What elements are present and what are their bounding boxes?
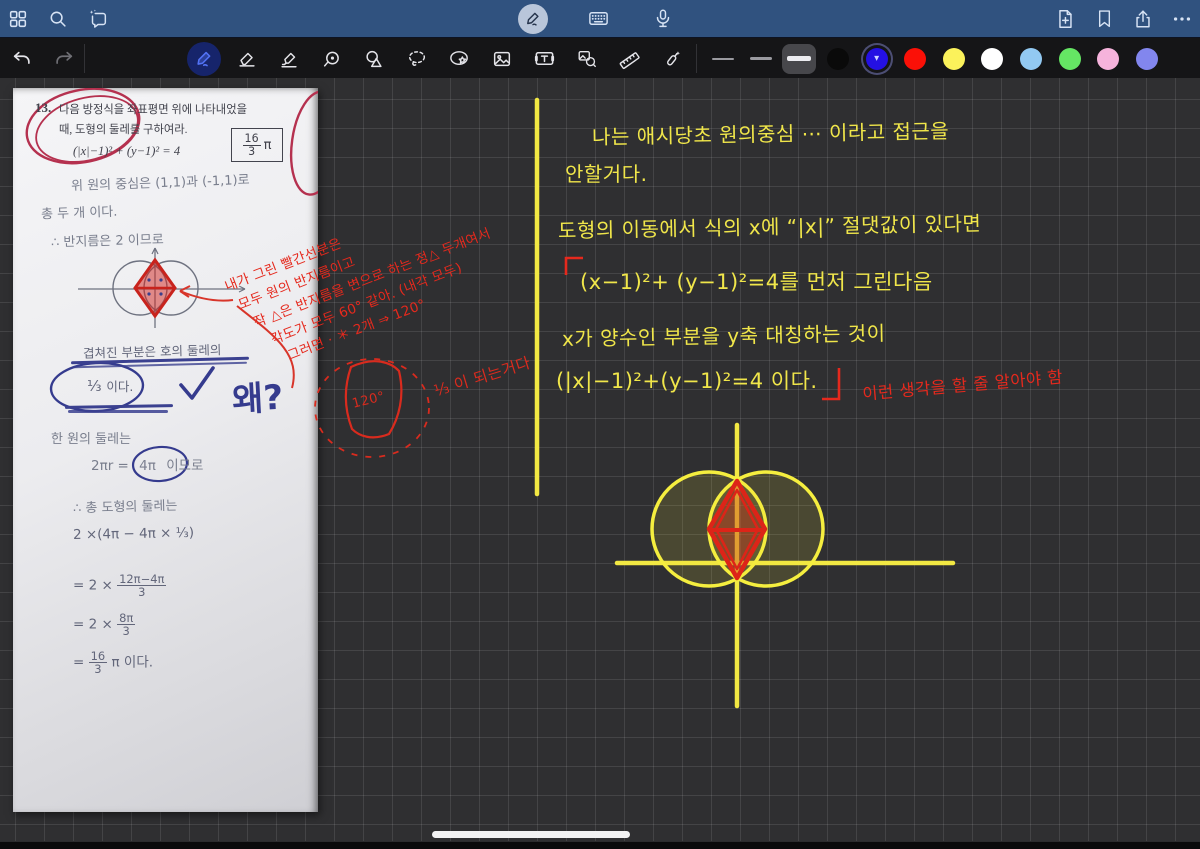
color-swatch-blue-selected[interactable]: ▾ (865, 47, 888, 70)
chevron-down-icon: ▾ (874, 53, 880, 64)
color-swatch-periwinkle[interactable] (1135, 47, 1158, 70)
yellow-note-2: 안할거다. (565, 162, 648, 186)
color-swatch-green[interactable] (1058, 47, 1081, 70)
sparkle-chat-icon[interactable] (80, 1, 116, 37)
answer-pi: π (263, 137, 272, 153)
text-tool[interactable] (526, 41, 562, 77)
yellow-note-3: 도형의 이동에서 식의 x에 “|x|” 절댓값이 있다면 (557, 211, 982, 243)
red-inline-note: 이런 생각을 할 줄 알아야 함 (861, 367, 1064, 404)
note-canvas[interactable]: 13. 다음 방정식을 좌표평면 위에 나타내었을 때, 도형의 둘레를 구하여… (0, 78, 1200, 849)
problem-text-line2: 때, 도형의 둘레를 구하여라. (59, 124, 188, 136)
pen-mode-icon (518, 3, 548, 34)
yellow-note-4: (x−1)²+ (y−1)²=4를 먼저 그린다음 (580, 270, 933, 294)
paper-ink-strokes (25, 88, 318, 483)
image-tool[interactable] (484, 41, 520, 77)
circumference-formula: 2πr = 4π 이므로 (91, 458, 204, 474)
answer-box: 16 3 π (231, 128, 283, 162)
one-third-label: ⅓ 이다. (87, 377, 134, 395)
pen-tool-selected-icon (187, 41, 221, 76)
color-swatch-sky-blue[interactable] (1019, 47, 1042, 70)
sector-note: ⅓ 이 되는거다 (431, 353, 533, 401)
stroke-thick-button[interactable] (782, 43, 816, 74)
sticker-tool[interactable] (441, 41, 477, 77)
bottom-edge-strip (0, 841, 1200, 849)
drawing-toolbar: ▾ (0, 37, 1200, 78)
color-swatch-pink[interactable] (1097, 47, 1120, 70)
notes-app-window: ▾ 13. 다음 방정식을 좌표평면 위에 나타내었을 때, 도형의 둘레를 구… (0, 0, 1200, 849)
calc-line-4: = 16 3 π 이다. (73, 649, 154, 677)
undo-button[interactable] (4, 41, 40, 77)
ruler-tool[interactable] (611, 41, 647, 77)
calc-line-2: = 2 × 12π−4π 3 (73, 572, 167, 600)
share-icon[interactable] (1125, 1, 1161, 37)
toolbar-divider-2 (696, 44, 697, 73)
color-swatch-white[interactable] (981, 47, 1004, 70)
sector-angle-label: 120° (350, 389, 387, 412)
calc-line-3: = 2 × 8π 3 (73, 611, 136, 639)
toolbar-divider (84, 44, 85, 73)
stroke-thin-button[interactable] (706, 44, 740, 74)
problem-formula: (|x|−1)² + (y−1)² = 4 (73, 144, 181, 158)
calc-line-1: 2 ×(4π − 4π × ⅓) (72, 524, 195, 544)
yellow-note-1: 나는 애시당초 원의중심 ⋯ 이라고 접근을 (591, 118, 950, 150)
loupe-tool[interactable] (314, 41, 350, 77)
horizontal-scrollbar[interactable] (432, 831, 630, 838)
pen-mode-button[interactable] (515, 1, 551, 37)
redo-button[interactable] (46, 41, 82, 77)
worksheet-photo[interactable]: 13. 다음 방정식을 좌표평면 위에 나타내었을 때, 도형의 둘레를 구하여… (13, 88, 318, 812)
circumference-line: 한 원의 둘레는 (51, 432, 132, 447)
eraser-tool[interactable] (229, 41, 265, 77)
laser-pointer-tool[interactable] (654, 41, 690, 77)
search-icon[interactable] (40, 1, 76, 37)
topbar-left-group (0, 0, 116, 37)
highlighter-tool[interactable] (271, 41, 307, 77)
photo-search-tool[interactable] (569, 41, 605, 77)
topbar-right-group (1047, 0, 1200, 37)
answer-denominator: 3 (248, 144, 256, 158)
microphone-icon[interactable] (645, 1, 681, 37)
shapes-tool[interactable] (356, 41, 392, 77)
pencil-line-3: ∴ 반지름은 2 이므로 (50, 232, 164, 251)
yellow-note-5: x가 양수인 부분을 y축 대칭하는 것이 (561, 321, 886, 351)
blue-underline-4 (68, 410, 168, 413)
yellow-note-6: (|x|−1)²+(y−1)²=4 이다. (556, 369, 818, 393)
topbar-center-group (515, 0, 681, 37)
more-icon[interactable] (1164, 1, 1200, 37)
color-swatch-black[interactable] (827, 47, 849, 70)
keyboard-icon[interactable] (580, 1, 616, 37)
answer-numerator: 16 (242, 131, 261, 146)
lasso-tool[interactable] (399, 41, 435, 77)
apps-grid-icon[interactable] (0, 1, 36, 37)
pencil-line-2: 총 두 개 이다. (40, 204, 118, 223)
pen-tool[interactable] (186, 41, 222, 77)
problem-number: 13. (35, 100, 52, 115)
total-line: ∴ 총 도형의 둘레는 (72, 498, 178, 517)
bookmark-icon[interactable] (1086, 1, 1122, 37)
problem-text-line1: 다음 방정식을 좌표평면 위에 나타내었을 (59, 104, 247, 116)
why-question: 왜? (231, 377, 285, 421)
color-swatch-red[interactable] (904, 47, 927, 70)
top-navigation-bar (0, 0, 1200, 37)
stroke-medium-button[interactable] (744, 44, 778, 74)
color-swatch-yellow[interactable] (942, 47, 965, 70)
add-page-icon[interactable] (1047, 1, 1083, 37)
